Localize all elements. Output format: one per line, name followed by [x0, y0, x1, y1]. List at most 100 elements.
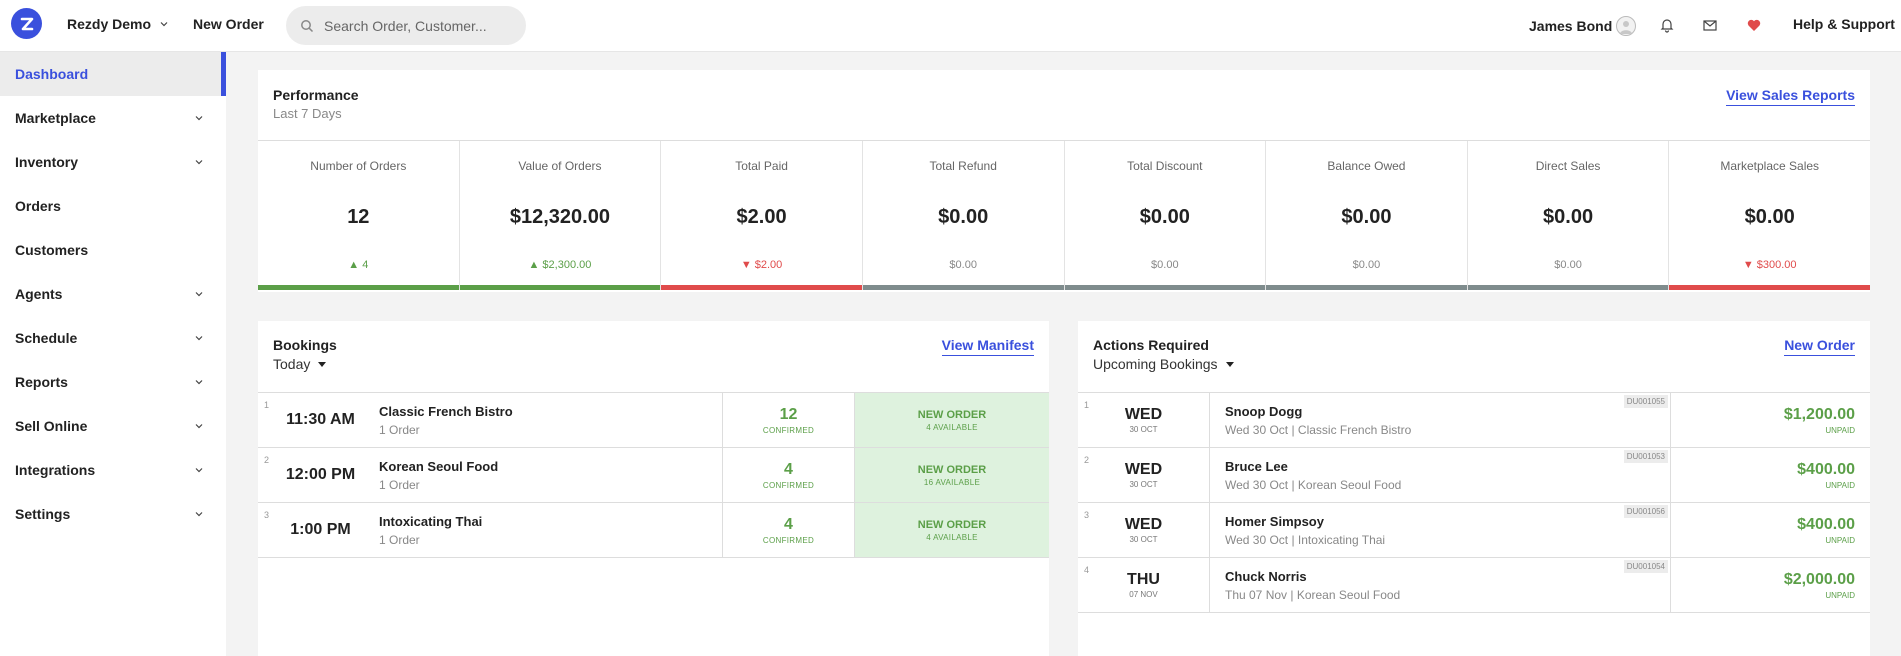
search-box[interactable] [286, 6, 526, 45]
booking-info: Classic French Bistro 1 Order [373, 393, 723, 447]
row-index: 1 [264, 400, 270, 410]
action-info: DU001053 Bruce Lee Wed 30 Oct | Korean S… [1210, 448, 1671, 502]
customer-name: Bruce Lee [1225, 458, 1288, 474]
bookings-title: Bookings [273, 337, 337, 353]
date-label: 30 OCT [1129, 425, 1158, 434]
booking-confirmed: 4 CONFIRMED [723, 503, 855, 557]
row-index: 3 [264, 510, 270, 520]
action-date: WED 30 OCT [1078, 448, 1210, 502]
row-index: 2 [1084, 455, 1090, 465]
new-order-button[interactable]: NEW ORDER 16 AVAILABLE [855, 448, 1049, 502]
view-sales-reports-link[interactable]: View Sales Reports [1726, 87, 1855, 106]
metric-value-of-orders[interactable]: Value of Orders $12,320.00 ▲ $2,300.00 [459, 141, 662, 290]
sidebar-item-label: Schedule [15, 330, 78, 346]
metric-trend-bar [862, 285, 1064, 290]
sidebar-item-marketplace[interactable]: Marketplace [0, 96, 226, 140]
booking-row[interactable]: 2 12:00 PM Korean Seoul Food 1 Order 4 C… [258, 448, 1049, 503]
bookings-filter-value: Today [273, 356, 311, 372]
metric-label: Value of Orders [518, 159, 602, 173]
sidebar-item-label: Sell Online [15, 418, 88, 434]
row-index: 1 [1084, 400, 1090, 410]
booking-info: Korean Seoul Food 1 Order [373, 448, 723, 502]
metric-value: $0.00 [938, 206, 989, 228]
metric-label: Total Refund [929, 159, 997, 173]
sidebar-item-sell-online[interactable]: Sell Online [0, 404, 226, 448]
sidebar-item-dashboard[interactable]: Dashboard [0, 52, 226, 96]
amount-value: $1,200.00 [1783, 405, 1855, 423]
sidebar-item-schedule[interactable]: Schedule [0, 316, 226, 360]
account-switcher[interactable]: Rezdy Demo [67, 16, 169, 32]
actions-list: 1 WED 30 OCT DU001055 Snoop Dogg Wed 30 … [1078, 392, 1870, 613]
action-row[interactable]: 3 WED 30 OCT DU001056 Homer Simpsoy Wed … [1078, 503, 1870, 558]
actions-header: Actions Required Upcoming Bookings [1093, 337, 1234, 372]
metric-trend-bar [661, 285, 862, 290]
performance-title: Performance [273, 87, 359, 103]
metric-number-of-orders[interactable]: Number of Orders 12 ▲ 4 [258, 141, 460, 290]
metric-label: Marketplace Sales [1720, 159, 1820, 173]
metric-delta: ▲ 4 [348, 259, 369, 271]
metric-value: 12 [347, 206, 370, 228]
user-name: James Bond [1529, 18, 1613, 34]
sidebar-item-label: Inventory [15, 154, 79, 170]
action-row[interactable]: 4 THU 07 NOV DU001054 Chuck Norris Thu 0… [1078, 558, 1870, 613]
sidebar-item-orders[interactable]: Orders [0, 184, 226, 228]
order-code-badge: DU001054 [1623, 560, 1668, 573]
new-order-button[interactable]: NEW ORDER 4 AVAILABLE [855, 503, 1049, 557]
metric-marketplace-sales[interactable]: Marketplace Sales $0.00 ▼ $300.00 [1669, 141, 1870, 290]
booking-order-count: 1 Order [379, 532, 420, 547]
booking-row[interactable]: 1 11:30 AM Classic French Bistro 1 Order… [258, 393, 1049, 448]
new-order-button[interactable]: NEW ORDER 4 AVAILABLE [855, 393, 1049, 447]
metric-label: Total Paid [735, 159, 788, 173]
bell-icon[interactable] [1657, 15, 1677, 35]
booking-row[interactable]: 3 1:00 PM Intoxicating Thai 1 Order 4 CO… [258, 503, 1049, 558]
sidebar-item-integrations[interactable]: Integrations [0, 448, 226, 492]
action-date: WED 30 OCT [1078, 503, 1210, 557]
heart-icon[interactable] [1744, 15, 1764, 35]
payment-status: UNPAID [1825, 480, 1855, 490]
metric-trend-bar [1266, 285, 1467, 290]
actions-title: Actions Required [1093, 337, 1209, 353]
sidebar-item-reports[interactable]: Reports [0, 360, 226, 404]
row-index: 4 [1084, 565, 1090, 575]
new-order-label: NEW ORDER [917, 408, 987, 421]
action-row[interactable]: 1 WED 30 OCT DU001055 Snoop Dogg Wed 30 … [1078, 393, 1870, 448]
new-order-label: NEW ORDER [917, 463, 987, 476]
metric-total-paid[interactable]: Total Paid $2.00 ▼ $2.00 [661, 141, 863, 290]
actions-filter-dropdown[interactable]: Upcoming Bookings [1093, 356, 1234, 372]
confirmed-label: CONFIRMED [762, 535, 815, 545]
confirmed-count: 4 [784, 515, 793, 533]
metric-value: $0.00 [1543, 206, 1594, 228]
sidebar-item-settings[interactable]: Settings [0, 492, 226, 536]
day-of-week: THU [1127, 571, 1160, 588]
help-support-link[interactable]: Help & Support [1793, 16, 1895, 32]
sidebar: Dashboard Marketplace Inventory Orders C… [0, 52, 226, 656]
mail-icon[interactable] [1700, 15, 1720, 35]
sidebar-item-label: Marketplace [15, 110, 96, 126]
new-order-top-link[interactable]: New Order [193, 16, 264, 32]
sidebar-item-agents[interactable]: Agents [0, 272, 226, 316]
metric-delta: $0.00 [1554, 259, 1582, 271]
sidebar-item-label: Reports [15, 374, 68, 390]
metric-total-refund[interactable]: Total Refund $0.00 $0.00 [862, 141, 1065, 290]
sidebar-item-inventory[interactable]: Inventory [0, 140, 226, 184]
sidebar-item-customers[interactable]: Customers [0, 228, 226, 272]
day-of-week: WED [1124, 461, 1163, 478]
booking-order-count: 1 Order [379, 422, 420, 437]
view-manifest-link[interactable]: View Manifest [941, 337, 1034, 356]
action-info: DU001055 Snoop Dogg Wed 30 Oct | Classic… [1210, 393, 1671, 447]
order-code-badge: DU001055 [1623, 395, 1668, 408]
user-menu[interactable]: James Bond [1529, 16, 1637, 36]
metric-direct-sales[interactable]: Direct Sales $0.00 $0.00 [1467, 141, 1670, 290]
action-row[interactable]: 2 WED 30 OCT DU001053 Bruce Lee Wed 30 O… [1078, 448, 1870, 503]
metric-value: $2.00 [736, 206, 787, 228]
metric-balance-owed[interactable]: Balance Owed $0.00 $0.00 [1266, 141, 1468, 290]
metric-total-discount[interactable]: Total Discount $0.00 $0.00 [1064, 141, 1267, 290]
search-input[interactable] [324, 17, 514, 34]
metric-value: $12,320.00 [509, 206, 610, 228]
sidebar-item-label: Dashboard [15, 66, 89, 82]
rezdy-logo-icon[interactable] [11, 8, 42, 39]
new-order-link[interactable]: New Order [1784, 337, 1855, 356]
date-label: 30 OCT [1129, 535, 1158, 544]
booking-detail: Wed 30 Oct | Korean Seoul Food [1225, 477, 1402, 492]
bookings-filter-dropdown[interactable]: Today [273, 356, 337, 372]
